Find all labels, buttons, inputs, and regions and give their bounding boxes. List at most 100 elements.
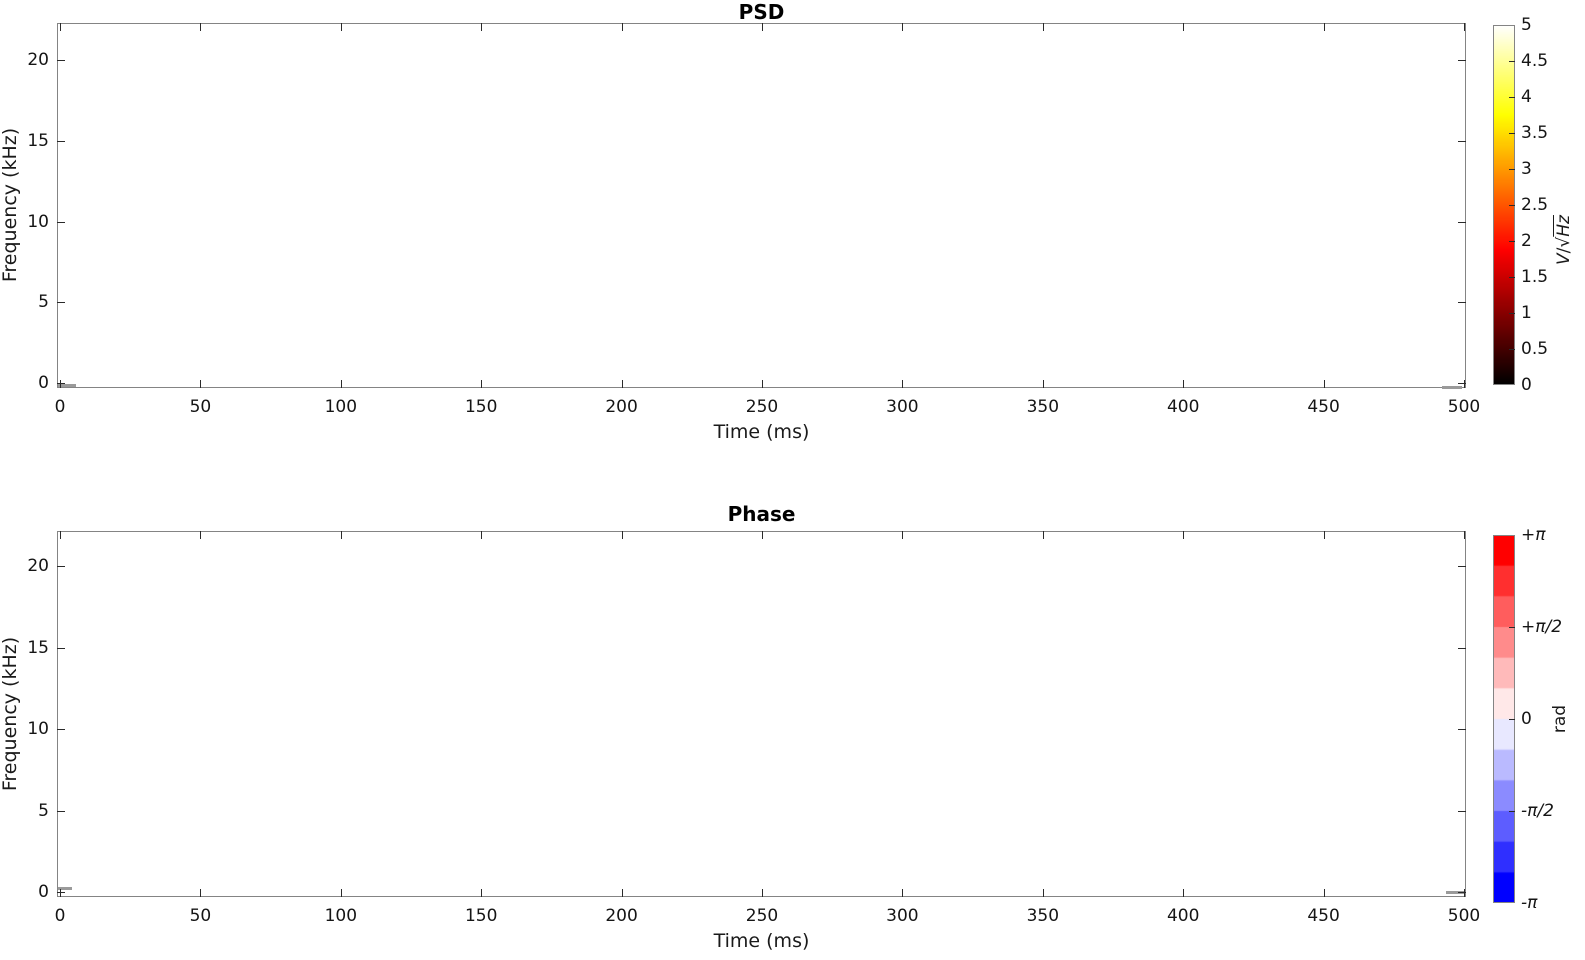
- psd-colorbar-tick-label: 4: [1521, 87, 1532, 107]
- psd-axes-frame: [57, 23, 1466, 388]
- psd-x-tick: [1183, 380, 1185, 388]
- psd-colorbar-tick: [1509, 349, 1515, 350]
- psd-y-tick-right: [1458, 302, 1466, 304]
- phase-x-tick-label: 200: [605, 906, 638, 926]
- psd-x-tick: [1323, 380, 1325, 388]
- psd-y-tick-right: [1458, 60, 1466, 61]
- psd-x-tick-top: [1323, 23, 1325, 31]
- psd-x-tick-top: [762, 23, 763, 31]
- phase-colorbar-tick: [1509, 811, 1515, 812]
- psd-x-tick-top: [60, 23, 61, 31]
- phase-y-tick-right: [1458, 647, 1466, 649]
- psd-x-tick-top: [621, 23, 623, 31]
- phase-x-tick: [340, 889, 342, 897]
- psd-x-tick-top: [1464, 23, 1465, 31]
- phase-x-tick: [621, 889, 623, 897]
- psd-x-tick: [621, 380, 623, 388]
- psd-x-tick: [481, 380, 483, 388]
- phase-title: Phase: [727, 502, 796, 526]
- phase-y-tick: [57, 729, 65, 730]
- phase-y-tick: [57, 647, 65, 649]
- phase-x-tick-label: 350: [1026, 906, 1060, 926]
- psd-colorbar-tick-label: 5: [1521, 15, 1532, 35]
- phase-ylabel: Frequency (kHz): [0, 636, 21, 792]
- phase-x-tick: [1323, 889, 1325, 897]
- psd-x-tick-label: 450: [1307, 397, 1340, 417]
- psd-colorbar-tick-label: 0.5: [1521, 339, 1549, 359]
- psd-colorbar-tick: [1509, 241, 1515, 242]
- phase-y-tick: [57, 566, 65, 567]
- psd-x-tick: [200, 380, 202, 388]
- psd-xlabel: Time (ms): [713, 421, 810, 443]
- phase-x-tick-top: [200, 531, 202, 539]
- phase-x-tick-label: 450: [1307, 906, 1340, 926]
- phase-colorbar-tick-label: -π/2: [1521, 801, 1554, 821]
- phase-y-tick-right: [1458, 729, 1466, 730]
- psd-colorbar-tick-label: 0: [1521, 375, 1532, 395]
- psd-colorbar-tick-label: 3: [1521, 159, 1532, 179]
- phase-x-tick-top: [762, 531, 763, 539]
- psd-y-tick-right: [1458, 140, 1466, 142]
- phase-y-tick-label: 5: [38, 800, 49, 821]
- phase-y-tick-right: [1458, 892, 1466, 893]
- psd-colorbar-tick-label: 4.5: [1521, 51, 1549, 71]
- phase-x-tick: [200, 889, 202, 897]
- phase-x-tick-top: [481, 531, 483, 539]
- phase-x-tick-label: 0: [54, 906, 66, 926]
- phase-y-tick-label: 15: [27, 637, 49, 658]
- psd-y-tick-right: [1458, 221, 1466, 223]
- phase-axes-frame: [57, 531, 1466, 897]
- figure: PSD Frequency (kHz) Time (ms) V/√Hz Phas…: [0, 0, 1585, 960]
- psd-x-tick-top: [481, 23, 483, 31]
- psd-x-tick-label: 500: [1447, 397, 1481, 417]
- psd-y-tick: [57, 60, 65, 61]
- phase-x-tick: [1042, 889, 1044, 897]
- psd-x-tick-label: 150: [464, 397, 498, 417]
- psd-y-tick-label: 20: [27, 50, 49, 70]
- phase-y-tick-right: [1458, 810, 1466, 812]
- phase-x-tick-top: [60, 531, 61, 539]
- phase-x-tick-top: [1464, 531, 1465, 539]
- psd-x-tick-label: 200: [605, 397, 638, 417]
- psd-ylabel: Frequency (kHz): [0, 127, 21, 283]
- psd-colorbar-tick: [1509, 205, 1515, 206]
- psd-y-tick: [57, 221, 65, 223]
- psd-x-tick: [1042, 380, 1044, 388]
- phase-x-tick-top: [1042, 531, 1044, 539]
- psd-x-tick-top: [340, 23, 342, 31]
- psd-y-tick-label: 10: [27, 211, 49, 232]
- psd-x-tick-label: 0: [54, 397, 66, 417]
- phase-x-tick-top: [340, 531, 342, 539]
- phase-y-tick-label: 0: [38, 882, 49, 902]
- phase-x-tick-label: 100: [324, 906, 358, 926]
- phase-colorbar-tick-label: +π/2: [1521, 617, 1563, 637]
- phase-y-tick: [57, 892, 65, 893]
- psd-colorbar-tick: [1509, 97, 1515, 98]
- phase-xlabel: Time (ms): [713, 930, 810, 952]
- psd-x-tick-label: 300: [886, 397, 919, 417]
- phase-x-tick: [1464, 889, 1465, 897]
- psd-x-tick-label: 50: [189, 397, 212, 417]
- psd-colorbar-tick-label: 2.5: [1521, 195, 1549, 215]
- psd-corner-dash-right: [1442, 386, 1462, 389]
- phase-x-tick-top: [1323, 531, 1325, 539]
- psd-x-tick: [762, 380, 763, 388]
- psd-x-tick-label: 100: [324, 397, 358, 417]
- phase-x-tick: [60, 889, 61, 897]
- psd-y-tick-right: [1458, 383, 1466, 384]
- psd-colorbar-tick-label: 3.5: [1521, 123, 1549, 143]
- psd-colorbar-tick-label: 1: [1521, 303, 1532, 323]
- psd-x-tick-top: [902, 23, 904, 31]
- phase-x-tick-top: [902, 531, 904, 539]
- psd-x-tick-label: 350: [1026, 397, 1060, 417]
- phase-y-tick-right: [1458, 566, 1466, 567]
- phase-x-tick-label: 300: [886, 906, 919, 926]
- phase-colorbar-tick-label: 0: [1521, 709, 1532, 729]
- psd-x-tick: [340, 380, 342, 388]
- psd-colorbar-label-v: V: [1554, 253, 1574, 265]
- psd-colorbar-tick-label: 2: [1521, 231, 1532, 251]
- psd-x-tick-top: [1042, 23, 1044, 31]
- psd-x-tick-label: 250: [745, 397, 779, 417]
- psd-y-tick-label: 5: [38, 292, 49, 313]
- psd-colorbar-tick: [1509, 169, 1515, 170]
